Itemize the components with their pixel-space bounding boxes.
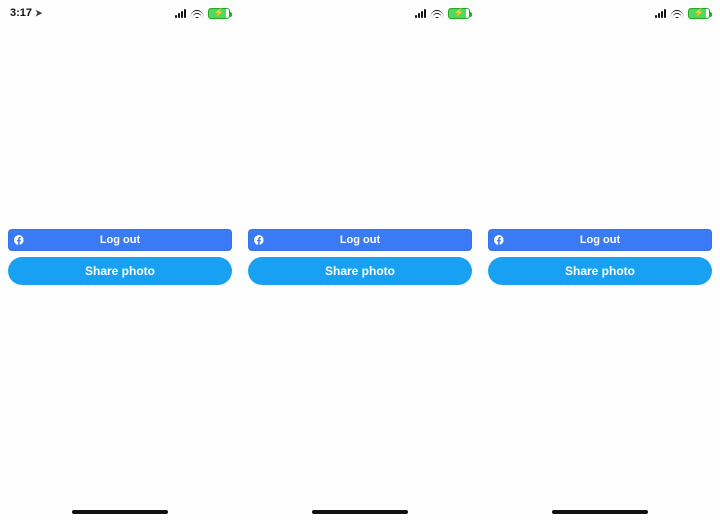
logout-button[interactable]: Log out — [488, 229, 712, 251]
status-right: ⚡ — [655, 8, 710, 19]
cellular-icon — [415, 8, 426, 18]
battery-icon: ⚡ — [688, 8, 710, 19]
logout-label: Log out — [8, 234, 232, 246]
screenshot-stage: 3:17 ➤ ⚡ Log out Share photo — [0, 0, 720, 520]
logout-label: Log out — [248, 234, 472, 246]
home-indicator[interactable] — [312, 510, 408, 514]
location-arrow-icon: ➤ — [35, 8, 43, 19]
cellular-icon — [175, 8, 186, 18]
home-indicator[interactable] — [72, 510, 168, 514]
status-left: 3:17 ➤ — [10, 7, 43, 19]
logout-button[interactable]: Log out — [248, 229, 472, 251]
share-photo-label: Share photo — [325, 264, 395, 278]
share-photo-button[interactable]: Share photo — [8, 257, 232, 285]
phone-screen: 3:17 ➤ ⚡ Log out Share photo — [0, 0, 240, 520]
wifi-icon — [430, 8, 444, 18]
button-group: Log out Share photo — [8, 229, 232, 285]
battery-icon: ⚡ — [448, 8, 470, 19]
status-time: 3:17 — [10, 7, 32, 19]
share-photo-button[interactable]: Share photo — [248, 257, 472, 285]
battery-icon: ⚡ — [208, 8, 230, 19]
cellular-icon — [655, 8, 666, 18]
button-group: Log out Share photo — [248, 229, 472, 285]
status-bar: 3:17 ➤ ⚡ — [0, 0, 240, 24]
share-photo-label: Share photo — [85, 264, 155, 278]
home-indicator[interactable] — [552, 510, 648, 514]
wifi-icon — [670, 8, 684, 18]
share-photo-label: Share photo — [565, 264, 635, 278]
logout-label: Log out — [488, 234, 712, 246]
button-group: Log out Share photo — [488, 229, 712, 285]
phone-screen: ⚡ Log out Share photo — [480, 0, 720, 520]
wifi-icon — [190, 8, 204, 18]
status-right: ⚡ — [175, 8, 230, 19]
status-right: ⚡ — [415, 8, 470, 19]
share-photo-button[interactable]: Share photo — [488, 257, 712, 285]
status-bar: ⚡ — [480, 0, 720, 24]
phone-screen: ⚡ Log out Share photo — [240, 0, 480, 520]
status-bar: ⚡ — [240, 0, 480, 24]
logout-button[interactable]: Log out — [8, 229, 232, 251]
